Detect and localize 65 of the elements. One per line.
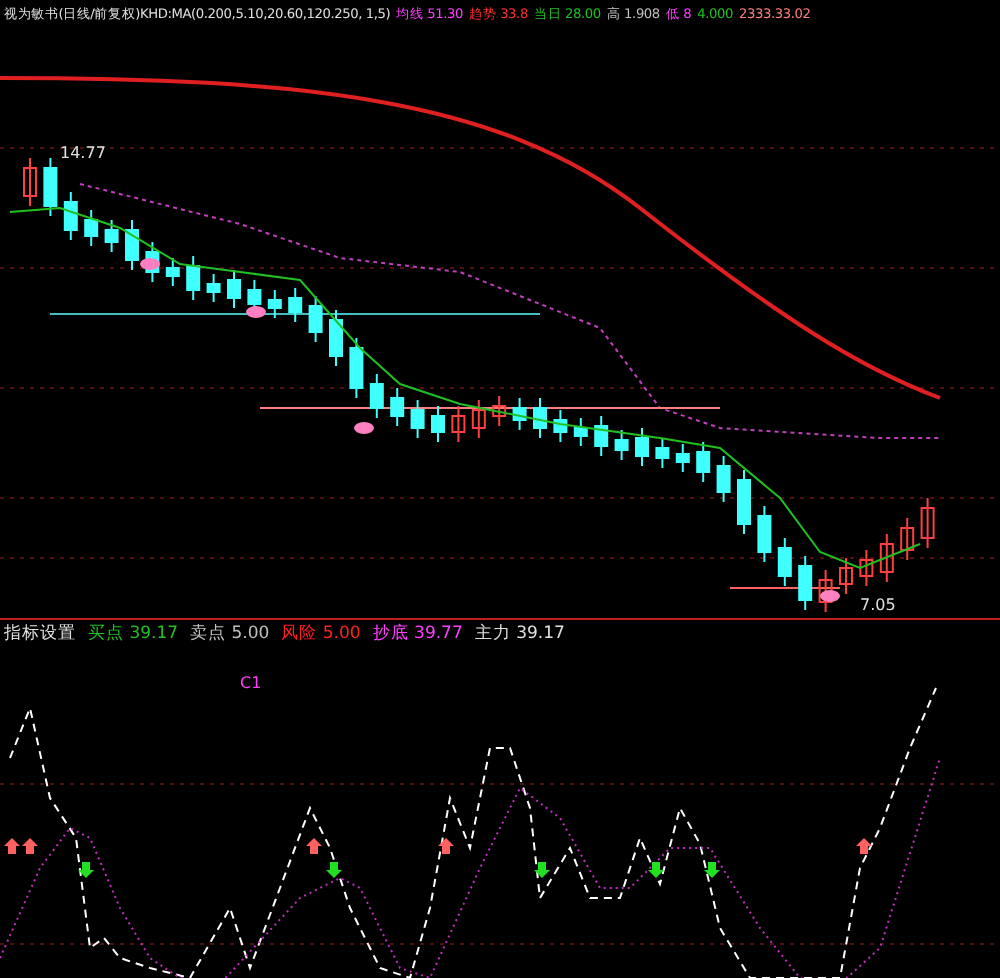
candle	[859, 549, 874, 587]
candle	[492, 395, 507, 427]
indicator-reading: 风险 5.00	[281, 622, 361, 646]
down-arrow-icon	[326, 862, 342, 878]
candle	[920, 497, 935, 549]
candle	[533, 397, 547, 439]
candle	[186, 255, 201, 301]
signal-marker	[140, 258, 160, 270]
candle	[839, 557, 853, 595]
down-arrow-icon	[78, 862, 94, 878]
candle	[329, 309, 343, 367]
indicator-title: 指标设置	[4, 622, 76, 646]
candle	[125, 219, 139, 271]
support-line	[729, 587, 841, 589]
candle	[798, 555, 813, 611]
up-arrow-icon	[438, 838, 454, 854]
candle	[471, 399, 486, 439]
candle	[23, 157, 37, 207]
candle	[655, 437, 670, 469]
indicator-reading: 卖点 5.00	[190, 622, 270, 646]
indicator-reading: 抄底 39.77	[372, 622, 463, 646]
candle	[777, 537, 792, 587]
candle	[573, 417, 588, 447]
candle	[369, 373, 384, 419]
candle	[900, 517, 915, 561]
candle	[288, 287, 303, 323]
candle	[227, 269, 241, 309]
signal-marker	[354, 422, 374, 434]
candle	[390, 387, 405, 427]
candle	[594, 415, 609, 457]
candle	[675, 443, 690, 473]
down-arrow-icon	[648, 862, 664, 878]
candle	[614, 429, 629, 461]
candle	[879, 533, 894, 583]
up-arrow-icon	[306, 838, 322, 854]
candle	[818, 569, 833, 613]
candle	[206, 273, 221, 303]
candle	[635, 427, 649, 467]
indicator-reading: 主力 39.17	[474, 622, 565, 646]
candle	[104, 219, 119, 253]
candle	[165, 257, 180, 287]
level-label: C1	[240, 674, 262, 692]
down-arrow-icon	[704, 862, 720, 878]
price-label: 7.05	[860, 596, 896, 614]
candle	[349, 337, 364, 399]
down-arrow-icon	[534, 862, 550, 878]
price-label: 14.77	[60, 144, 106, 162]
signal-marker	[246, 306, 266, 318]
candle	[716, 455, 731, 503]
candle	[431, 405, 445, 443]
candle	[84, 209, 99, 247]
candle	[308, 295, 323, 343]
candle	[512, 397, 527, 431]
candle	[757, 505, 772, 563]
candle	[43, 157, 58, 217]
candle	[553, 409, 568, 443]
candle	[267, 289, 282, 319]
candle	[737, 469, 751, 535]
candle	[451, 405, 466, 443]
candle	[63, 191, 78, 241]
candle	[410, 399, 425, 439]
indicator-reading: 买点 39.17	[88, 622, 179, 646]
signal-marker	[820, 590, 840, 602]
up-arrow-icon	[856, 838, 872, 854]
candle	[696, 441, 711, 483]
